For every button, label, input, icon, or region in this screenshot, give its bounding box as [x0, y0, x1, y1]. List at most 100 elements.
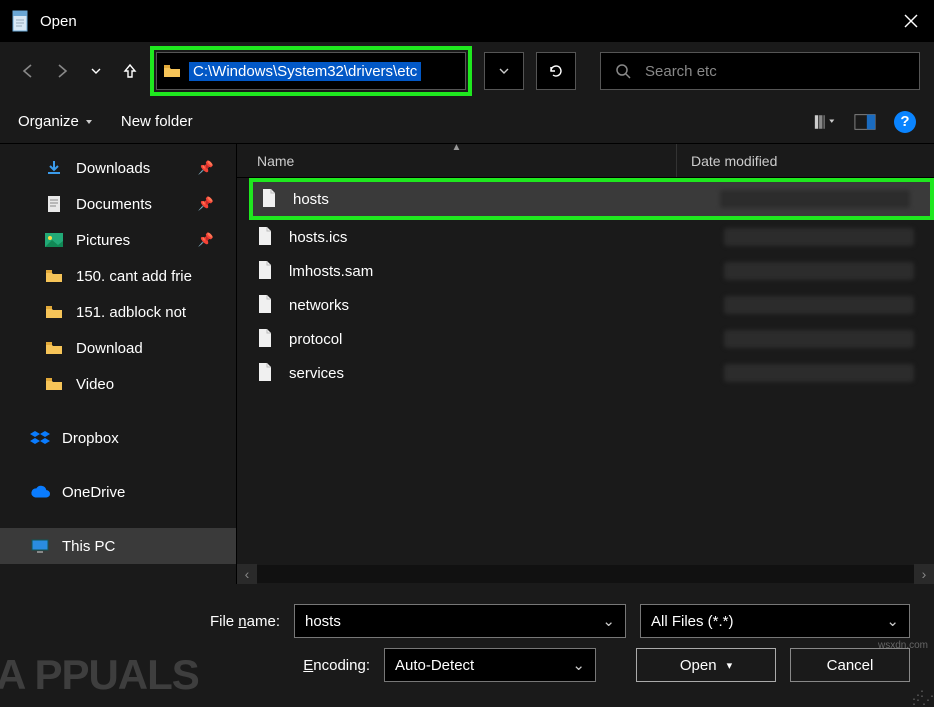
file-row[interactable]: protocol [237, 322, 934, 356]
date-modified-blurred [724, 228, 914, 246]
sidebar-item-network[interactable]: Network [0, 582, 236, 584]
sidebar-item-label: Downloads [76, 160, 150, 177]
split-chevron-icon: ▾ [727, 659, 733, 672]
file-filter-select[interactable]: All Files (*.*) ⌄ [640, 604, 910, 638]
pin-icon: 📌 [198, 160, 214, 176]
sidebar-item-dropbox[interactable]: Dropbox [0, 420, 236, 456]
pictures-icon [44, 231, 64, 249]
file-name: hosts [293, 191, 329, 208]
file-icon [261, 188, 279, 210]
sidebar-item-label: Documents [76, 196, 152, 213]
folder-icon [44, 267, 64, 285]
sidebar-item-label: 151. adblock not [76, 304, 186, 321]
file-name: networks [289, 297, 349, 314]
organize-menu[interactable]: Organize [18, 113, 93, 130]
file-row[interactable]: hosts [253, 182, 930, 216]
thispc-icon [30, 537, 50, 555]
file-row[interactable]: services [237, 356, 934, 390]
search-icon [615, 63, 631, 79]
search-box[interactable]: Search etc [600, 52, 920, 90]
file-icon [257, 260, 275, 282]
sidebar-item-pictures[interactable]: Pictures📌 [0, 222, 236, 258]
sidebar-item-label: OneDrive [62, 484, 125, 501]
address-path[interactable]: C:\Windows\System32\drivers\etc [189, 62, 421, 81]
file-row[interactable]: lmhosts.sam [237, 254, 934, 288]
chevron-down-icon: ⌄ [572, 656, 585, 674]
back-button[interactable] [14, 52, 42, 90]
sidebar-item-onedrive[interactable]: OneDrive [0, 474, 236, 510]
resize-grip[interactable]: ⋰⋰⋰ [912, 693, 932, 703]
pin-icon: 📌 [198, 196, 214, 212]
filename-value: hosts [305, 613, 341, 630]
sidebar-item-label: Download [76, 340, 143, 357]
document-icon [44, 195, 64, 213]
sidebar-item-150-cant-add-frie[interactable]: 150. cant add frie [0, 258, 236, 294]
notepad-icon [10, 9, 30, 33]
address-bar[interactable]: C:\Windows\System32\drivers\etc [156, 52, 466, 90]
filename-label: File name: [210, 613, 280, 630]
file-highlight: hosts [249, 178, 934, 220]
forward-button[interactable] [48, 52, 76, 90]
sidebar-item-downloads[interactable]: Downloads 📌 [0, 150, 236, 186]
sidebar-item-label: Video [76, 376, 114, 393]
column-headers: ▲ Name Date modified [237, 144, 934, 178]
file-name: protocol [289, 331, 342, 348]
view-options-button[interactable] [814, 111, 836, 133]
folder-icon [44, 375, 64, 393]
folder-icon [163, 64, 181, 78]
encoding-label: Encoding: [303, 657, 370, 674]
file-icon [257, 294, 275, 316]
address-dropdown-button[interactable] [484, 52, 524, 90]
dropbox-icon [30, 429, 50, 447]
chevron-down-icon: ⌄ [886, 612, 899, 630]
sidebar-item-151-adblock-not[interactable]: 151. adblock not [0, 294, 236, 330]
column-name[interactable]: ▲ Name [237, 144, 677, 177]
open-button[interactable]: Open ▾ [636, 648, 776, 682]
filename-input[interactable]: hosts ⌄ [294, 604, 626, 638]
navigation-row: C:\Windows\System32\drivers\etc Search e… [0, 42, 934, 100]
toolbar: Organize New folder ? [0, 100, 934, 144]
column-date-modified[interactable]: Date modified [677, 153, 934, 169]
file-name: services [289, 365, 344, 382]
chevron-down-icon: ⌄ [602, 612, 615, 630]
recent-dropdown[interactable] [82, 52, 110, 90]
sidebar-item-this-pc[interactable]: This PC [0, 528, 236, 564]
date-modified-blurred [724, 296, 914, 314]
preview-pane-button[interactable] [854, 111, 876, 133]
sidebar-item-documents[interactable]: Documents 📌 [0, 186, 236, 222]
file-icon [257, 328, 275, 350]
file-name: lmhosts.sam [289, 263, 373, 280]
date-modified-blurred [724, 262, 914, 280]
encoding-select[interactable]: Auto-Detect ⌄ [384, 648, 596, 682]
file-filter-value: All Files (*.*) [651, 613, 734, 630]
new-folder-button[interactable]: New folder [121, 113, 193, 130]
scroll-left-button[interactable]: ‹ [237, 564, 257, 584]
scroll-right-button[interactable]: › [914, 564, 934, 584]
encoding-value: Auto-Detect [395, 657, 474, 674]
refresh-button[interactable] [536, 52, 576, 90]
cancel-button[interactable]: Cancel [790, 648, 910, 682]
cancel-button-label: Cancel [827, 657, 874, 674]
address-bar-highlight: C:\Windows\System32\drivers\etc [150, 46, 472, 96]
dialog-controls: File name: hosts ⌄ All Files (*.*) ⌄ Enc… [0, 584, 934, 696]
column-date-label: Date modified [691, 153, 777, 169]
help-button[interactable]: ? [894, 111, 916, 133]
title-bar: Open [0, 0, 934, 42]
horizontal-scrollbar[interactable]: ‹ › [237, 564, 934, 584]
search-placeholder: Search etc [645, 63, 717, 80]
up-button[interactable] [116, 52, 144, 90]
sidebar-item-video[interactable]: Video [0, 366, 236, 402]
main-area: Downloads📌Documents📌Pictures📌150. cant a… [0, 144, 934, 584]
chevron-down-icon [85, 118, 93, 126]
scroll-track[interactable] [257, 565, 914, 583]
file-name: hosts.ics [289, 229, 347, 246]
sidebar-item-label: Dropbox [62, 430, 119, 447]
pin-icon: 📌 [198, 232, 214, 248]
date-modified-blurred [724, 364, 914, 382]
file-row[interactable]: networks [237, 288, 934, 322]
onedrive-icon [30, 483, 50, 501]
file-row[interactable]: hosts.ics [237, 220, 934, 254]
file-icon [257, 362, 275, 384]
close-button[interactable] [888, 0, 934, 42]
sidebar-item-download[interactable]: Download [0, 330, 236, 366]
